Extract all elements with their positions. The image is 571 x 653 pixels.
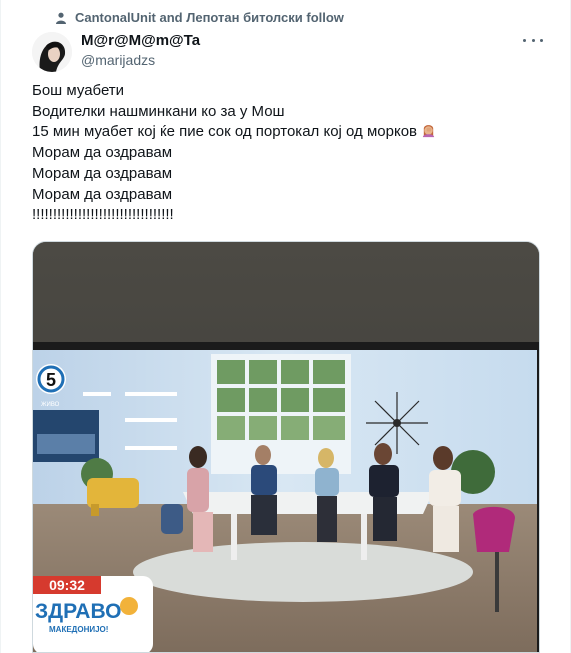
- more-icon[interactable]: [523, 32, 543, 48]
- social-context: CantonalUnit and Лепотан битолски follow: [55, 10, 344, 25]
- author-handle[interactable]: @marijadzs: [81, 52, 155, 68]
- channel-live-label: ЖИВО: [41, 402, 60, 408]
- tweet-line: Бош муабети: [32, 82, 125, 99]
- show-subtitle: МАКЕДОНИЈО!: [49, 625, 108, 634]
- social-context-text[interactable]: CantonalUnit and Лепотан битолски follow: [75, 10, 344, 25]
- show-title: ЗДРАВО: [35, 600, 121, 623]
- tweet[interactable]: CantonalUnit and Лепотан битолски follow…: [0, 0, 571, 653]
- person-icon: [56, 12, 66, 24]
- avatar[interactable]: [32, 32, 72, 72]
- tweet-line: Морам да оздравам: [32, 164, 173, 182]
- tweet-media-photo[interactable]: 5 ЖИВО 09:32 ЗДРАВО МАКЕДОНИЈО!: [32, 241, 540, 653]
- tweet-line-with-emoji: 15 мин муабет кој ќе пие сок од портокал…: [32, 122, 542, 143]
- broadcast-time: 09:32: [49, 577, 85, 593]
- channel-number: 5: [46, 370, 56, 390]
- tv-photo: 5 ЖИВО 09:32 ЗДРАВО МАКЕДОНИЈО!: [33, 242, 539, 652]
- tweet-line: Морам да оздравам: [32, 185, 173, 203]
- author-display-name[interactable]: M@r@M@m@Ta: [81, 32, 200, 49]
- tweet-line: Морам да оздравам: [32, 144, 173, 162]
- tweet-line: !!!!!!!!!!!!!!!!!!!!!!!!!!!!!!!!!!: [32, 206, 174, 224]
- facepalm-emoji: [422, 125, 435, 138]
- tweet-text: Бош муабети Водителки нашминкани ко за у…: [32, 81, 542, 226]
- tweet-line: Водителки нашминкани ко за у Мош: [32, 102, 285, 120]
